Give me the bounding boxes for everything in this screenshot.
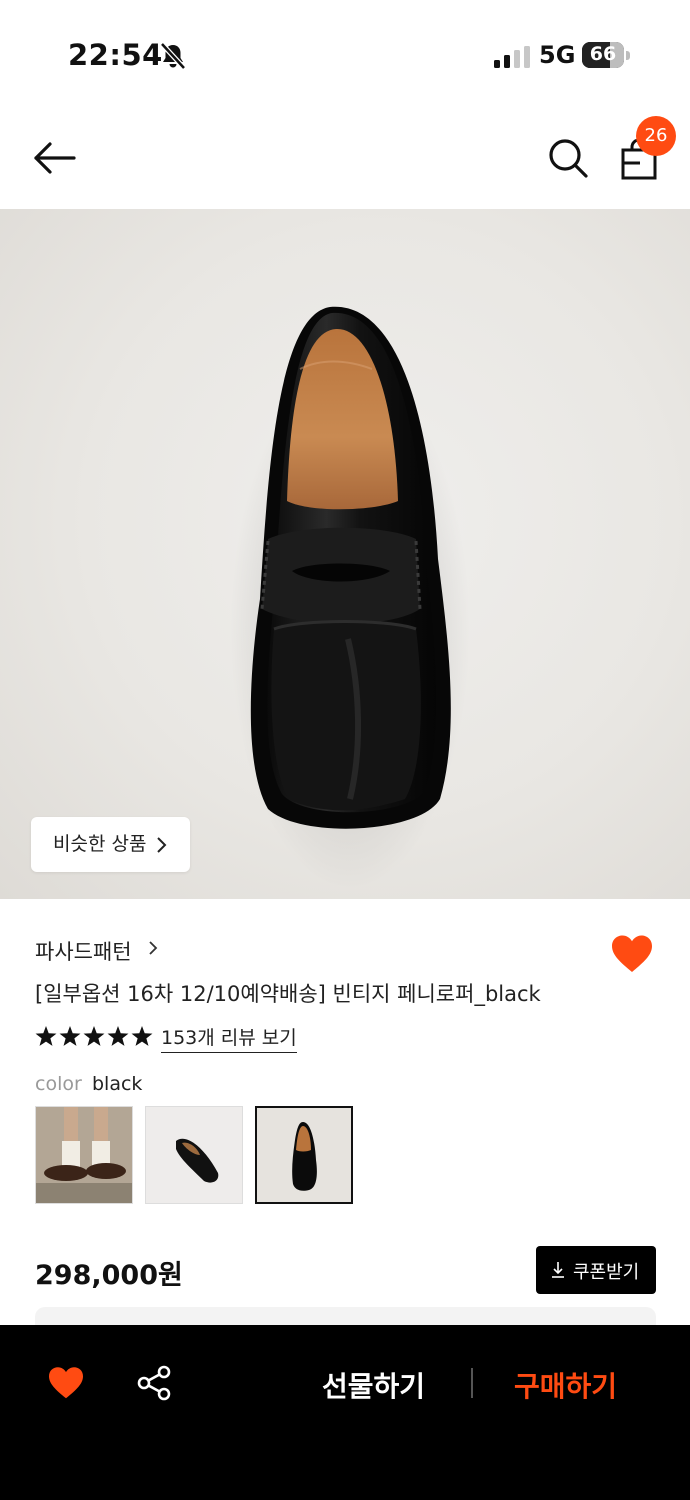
star-icon bbox=[83, 1026, 105, 1046]
product-image[interactable] bbox=[0, 209, 690, 899]
chevron-right-icon bbox=[157, 837, 167, 853]
similar-products-label: 비슷한 상품 bbox=[53, 833, 147, 855]
product-price: 298,000원 bbox=[35, 1260, 183, 1291]
chevron-right-icon bbox=[149, 941, 158, 955]
bottom-action-bar: 선물하기 구매하기 bbox=[0, 1325, 690, 1500]
back-arrow-icon[interactable] bbox=[30, 138, 78, 178]
heart-icon[interactable] bbox=[47, 1366, 85, 1400]
heart-icon[interactable] bbox=[610, 934, 654, 974]
product-name: [일부옵션 16차 12/10예약배송] 빈티지 페니로퍼_black bbox=[35, 982, 541, 1006]
battery-level: 66 bbox=[589, 43, 617, 65]
color-swatch-side[interactable] bbox=[145, 1106, 243, 1204]
download-icon bbox=[552, 1262, 564, 1278]
battery-icon: 66 bbox=[582, 42, 630, 68]
gift-button[interactable]: 선물하기 bbox=[322, 1365, 425, 1405]
star-icon bbox=[35, 1026, 57, 1046]
reviews-link[interactable]: 153개 리뷰 보기 bbox=[161, 1023, 297, 1053]
rating-stars bbox=[35, 1026, 153, 1046]
signal-icon bbox=[494, 46, 530, 68]
cart-count-badge: 26 bbox=[636, 116, 676, 156]
star-icon bbox=[131, 1026, 153, 1046]
color-swatch-model[interactable] bbox=[35, 1106, 133, 1204]
network-label: 5G bbox=[539, 41, 576, 69]
status-bar: 22:54 5G 66 bbox=[0, 0, 690, 110]
app-header bbox=[0, 110, 690, 210]
star-icon bbox=[59, 1026, 81, 1046]
color-label: color bbox=[35, 1073, 82, 1095]
search-icon[interactable] bbox=[546, 136, 590, 180]
bell-off-icon bbox=[160, 42, 186, 70]
divider bbox=[471, 1368, 473, 1398]
share-icon[interactable] bbox=[136, 1365, 172, 1401]
star-icon bbox=[107, 1026, 129, 1046]
brand-link[interactable]: 파사드패턴 bbox=[35, 936, 132, 966]
buy-button[interactable]: 구매하기 bbox=[514, 1365, 617, 1405]
coupon-label: 쿠폰받기 bbox=[573, 1262, 640, 1283]
coupon-button[interactable]: 쿠폰받기 bbox=[536, 1246, 656, 1294]
color-value: black bbox=[92, 1073, 143, 1095]
color-swatch-top[interactable] bbox=[255, 1106, 353, 1204]
status-time: 22:54 bbox=[68, 38, 163, 72]
loafer-image bbox=[230, 306, 470, 889]
